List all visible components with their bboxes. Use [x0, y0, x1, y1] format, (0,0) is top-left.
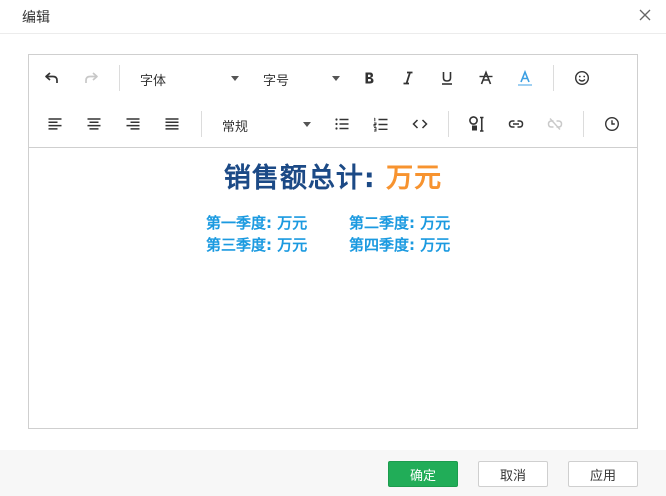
- align-right-icon[interactable]: [120, 111, 146, 137]
- rich-text-editor: 字体 字号 常规 销售额总计: 万元 第一季度: 万元 第二季度: 万元 第三季…: [28, 54, 638, 429]
- confirm-button[interactable]: 确定: [388, 461, 458, 487]
- undo-icon[interactable]: [39, 65, 65, 91]
- bold-icon[interactable]: [356, 65, 382, 91]
- cancel-button[interactable]: 取消: [478, 461, 548, 487]
- font-color-icon[interactable]: [512, 65, 538, 91]
- edit-dialog: 编辑 字体 字号 常规 销售额总计: 万元 第一季度: 万元 第二季度: 万元 …: [0, 0, 666, 496]
- emoji-icon[interactable]: [569, 65, 595, 91]
- redo-icon[interactable]: [78, 65, 104, 91]
- unlink-icon[interactable]: [542, 111, 568, 137]
- align-center-icon[interactable]: [81, 111, 107, 137]
- apply-button[interactable]: 应用: [568, 461, 638, 487]
- chevron-down-icon: [332, 76, 340, 81]
- quarter-3-label: 第三季度: 万元: [206, 236, 308, 254]
- dialog-title: 编辑: [22, 10, 50, 26]
- dialog-header: 编辑: [0, 0, 666, 34]
- align-left-icon[interactable]: [42, 111, 68, 137]
- sales-total-headline: 销售额总计: 万元: [29, 156, 637, 195]
- toolbar-separator: [201, 111, 202, 137]
- link-icon[interactable]: [503, 111, 529, 137]
- quarter-2-label: 第二季度: 万元: [349, 214, 451, 232]
- numbered-list-icon[interactable]: [368, 111, 394, 137]
- toolbar-separator: [119, 65, 120, 91]
- font-family-label: 字体: [140, 74, 167, 89]
- font-family-select[interactable]: 字体: [140, 65, 239, 91]
- toolbar-separator: [448, 111, 449, 137]
- bullet-list-icon[interactable]: [329, 111, 355, 137]
- quarter-1-label: 第一季度: 万元: [206, 214, 308, 232]
- paragraph-style-label: 常规: [222, 120, 249, 135]
- underline-icon[interactable]: [434, 65, 460, 91]
- strikethrough-icon[interactable]: [473, 65, 499, 91]
- chevron-down-icon: [231, 76, 239, 81]
- toolbar-separator: [583, 111, 584, 137]
- clock-icon[interactable]: [599, 111, 625, 137]
- editor-toolbar: 字体 字号 常规: [29, 55, 637, 148]
- insert-field-icon[interactable]: [464, 111, 490, 137]
- font-size-select[interactable]: 字号: [263, 65, 340, 91]
- headline-label: 销售额总计:: [223, 163, 387, 194]
- dialog-footer: 确定 取消 应用: [0, 450, 666, 496]
- close-icon[interactable]: [636, 6, 654, 24]
- quarter-4-label: 第四季度: 万元: [349, 236, 451, 254]
- italic-icon[interactable]: [395, 65, 421, 91]
- font-size-label: 字号: [263, 74, 290, 89]
- justify-icon[interactable]: [159, 111, 185, 137]
- toolbar-separator: [553, 65, 554, 91]
- chevron-down-icon: [303, 122, 311, 127]
- code-icon[interactable]: [407, 111, 433, 137]
- headline-value: 万元: [386, 163, 443, 194]
- paragraph-style-select[interactable]: 常规: [222, 111, 311, 137]
- editor-content[interactable]: 销售额总计: 万元 第一季度: 万元 第二季度: 万元 第三季度: 万元 第四季…: [29, 148, 637, 428]
